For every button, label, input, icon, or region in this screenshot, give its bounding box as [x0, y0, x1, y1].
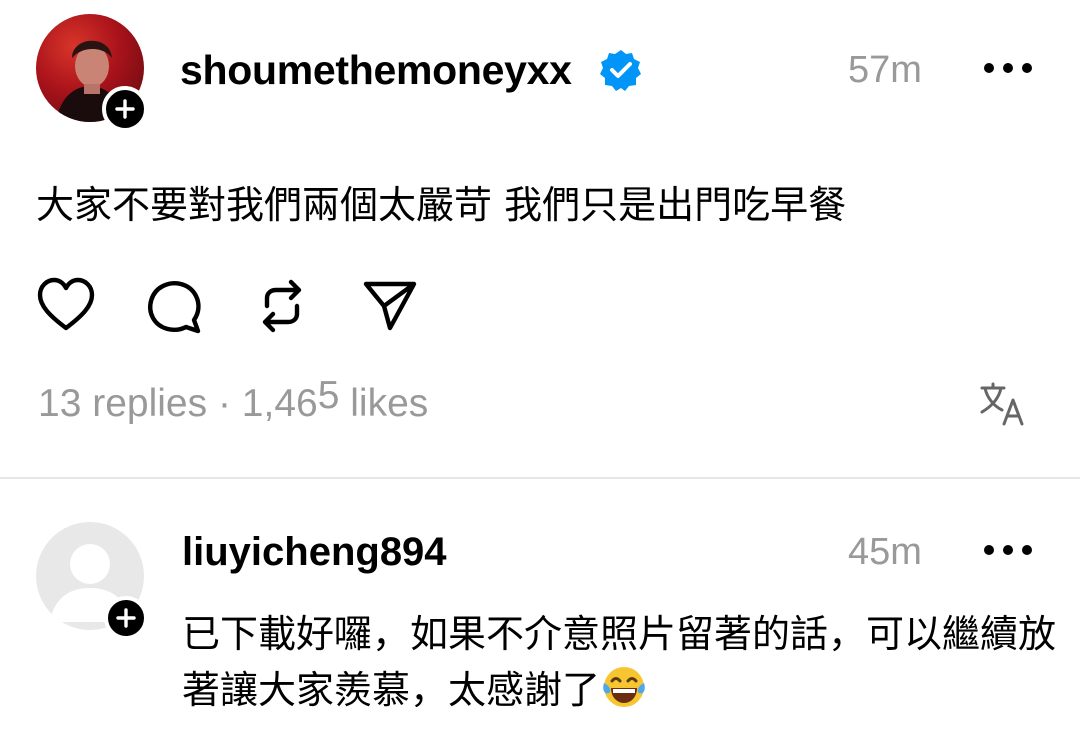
- reply-username[interactable]: liuyicheng894: [182, 528, 447, 576]
- replies-count[interactable]: 13 replies: [38, 382, 207, 425]
- post-time: 57m: [848, 49, 922, 91]
- more-icon[interactable]: [984, 542, 1032, 558]
- post: shoumethemoneyxx 57m 大家不要對我們兩個太嚴苛 我們只是出門…: [0, 0, 1080, 478]
- heart-icon[interactable]: [36, 276, 96, 336]
- comment-icon[interactable]: [144, 276, 204, 336]
- likes-label[interactable]: likes: [350, 382, 428, 425]
- follow-button[interactable]: [104, 596, 148, 640]
- plus-icon: [115, 99, 135, 119]
- post-avatar[interactable]: [36, 14, 148, 132]
- repost-icon[interactable]: [252, 276, 312, 336]
- post-stats[interactable]: 13 replies · 1,465 likes: [38, 374, 428, 428]
- stats-separator: ·: [217, 382, 231, 425]
- laughing-tears-emoji: [603, 667, 645, 707]
- plus-icon: [116, 608, 136, 628]
- likes-count-sup: 5: [317, 374, 340, 417]
- post-text: 大家不要對我們兩個太嚴苛 我們只是出門吃早餐: [36, 183, 847, 227]
- post-username[interactable]: shoumethemoneyxx: [180, 46, 572, 94]
- reply-text-block: 已下載好囉，如果不介意照片留著的話，可以繼續放著讓大家羨慕，太感謝了: [182, 606, 1062, 718]
- more-icon[interactable]: [984, 60, 1032, 76]
- translate-icon[interactable]: [978, 380, 1028, 428]
- follow-button[interactable]: [102, 86, 148, 132]
- send-icon[interactable]: [360, 276, 420, 336]
- divider: [0, 477, 1080, 479]
- reply-time: 45m: [848, 531, 922, 573]
- reply-avatar[interactable]: [36, 522, 148, 640]
- verified-badge-icon: [600, 50, 641, 91]
- likes-count[interactable]: 1,46: [242, 382, 318, 425]
